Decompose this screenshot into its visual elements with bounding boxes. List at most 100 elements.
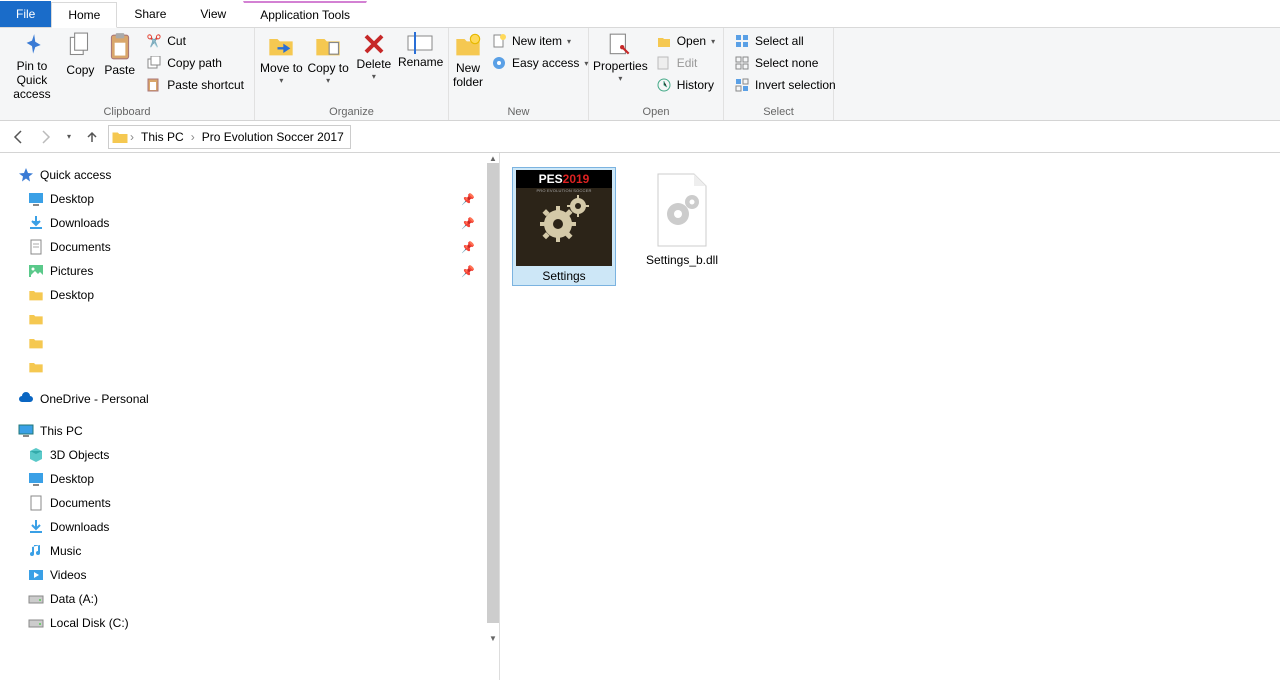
tab-application-tools[interactable]: Application Tools (243, 1, 367, 27)
sidebar-onedrive[interactable]: OneDrive - Personal (0, 387, 499, 411)
breadcrumb-this-pc[interactable]: This PC (135, 126, 190, 148)
drive-icon (28, 615, 44, 631)
cube-icon (28, 447, 44, 463)
paste-icon (107, 32, 133, 62)
cloud-icon (18, 391, 34, 407)
drive-icon (28, 591, 44, 607)
open-button[interactable]: Open ▾ (650, 30, 721, 52)
sidebar-music[interactable]: Music (0, 539, 499, 563)
select-all-button[interactable]: Select all (728, 30, 842, 52)
sidebar-drive-c[interactable]: Local Disk (C:) (0, 611, 499, 635)
settings-thumbnail: PES2019 PRO EVOLUTION SOCCER (516, 170, 612, 266)
rename-button[interactable]: Rename (397, 30, 444, 72)
history-button[interactable]: History (650, 74, 721, 96)
sidebar-pictures[interactable]: Pictures 📌 (0, 259, 499, 283)
paste-shortcut-icon (146, 77, 162, 93)
sidebar-3d-objects[interactable]: 3D Objects (0, 443, 499, 467)
properties-label: Properties (593, 60, 648, 74)
move-to-button[interactable]: Move to▾ (259, 30, 304, 87)
sidebar-folder-1[interactable] (0, 307, 499, 331)
recent-locations-button[interactable]: ▾ (62, 125, 76, 149)
properties-icon (607, 32, 633, 58)
file-settings[interactable]: PES2019 PRO EVOLUTION SOCCER (512, 167, 616, 286)
sidebar-item-label: Music (50, 544, 81, 558)
sidebar-pc-desktop[interactable]: Desktop (0, 467, 499, 491)
paste-shortcut-label: Paste shortcut (167, 78, 244, 92)
delete-x-icon (362, 32, 386, 56)
sidebar-item-label: 3D Objects (50, 448, 109, 462)
copy-button[interactable]: Copy (62, 30, 99, 80)
ribbon: Pin to Quick access Copy Paste ✂️ Cut Co… (0, 28, 1280, 121)
chevron-down-icon: ▾ (711, 37, 715, 46)
pin-icon: 📌 (461, 265, 475, 278)
delete-button[interactable]: Delete▾ (353, 30, 396, 83)
back-button[interactable] (6, 125, 30, 149)
sidebar-desktop-qa[interactable]: Desktop (0, 283, 499, 307)
tab-file[interactable]: File (0, 1, 51, 27)
file-pane[interactable]: PES2019 PRO EVOLUTION SOCCER (500, 153, 1280, 680)
paste-button[interactable]: Paste (101, 30, 138, 80)
sidebar-folder-3[interactable] (0, 355, 499, 379)
nav-bar: ▾ › This PC › Pro Evolution Soccer 2017 (0, 121, 1280, 153)
sidebar-drive-a[interactable]: Data (A:) (0, 587, 499, 611)
paste-shortcut-button[interactable]: Paste shortcut (140, 74, 250, 96)
chevron-down-icon: ▾ (326, 76, 330, 85)
new-item-button[interactable]: New item ▾ (485, 30, 594, 52)
pc-icon (18, 423, 34, 439)
new-item-label: New item (512, 34, 562, 48)
sidebar-pc-documents[interactable]: Documents (0, 491, 499, 515)
copy-to-button[interactable]: Copy to▾ (306, 30, 351, 87)
invert-selection-icon (734, 77, 750, 93)
navigation-pane: Quick access Desktop 📌 Downloads 📌 Docum… (0, 153, 500, 680)
organize-group-title: Organize (259, 103, 444, 120)
sidebar-downloads[interactable]: Downloads 📌 (0, 211, 499, 235)
folder-icon (28, 311, 44, 327)
easy-access-button[interactable]: Easy access ▾ (485, 52, 594, 74)
select-none-label: Select none (755, 56, 818, 70)
open-group-title: Open (593, 103, 719, 120)
up-button[interactable] (80, 125, 104, 149)
downloads-icon (28, 519, 44, 535)
sidebar-scrollbar[interactable]: ▲ ▼ (487, 153, 499, 643)
sidebar-item-label: Videos (50, 568, 86, 582)
sidebar-documents[interactable]: Documents 📌 (0, 235, 499, 259)
file-label: Settings (542, 269, 585, 283)
file-settings-dll[interactable]: Settings_b.dll (630, 167, 734, 270)
copy-path-button[interactable]: Copy path (140, 52, 250, 74)
new-folder-button[interactable]: New folder (453, 30, 483, 92)
rename-label: Rename (398, 56, 443, 70)
new-folder-label: New folder (453, 62, 483, 90)
sidebar-folder-2[interactable] (0, 331, 499, 355)
invert-selection-button[interactable]: Invert selection (728, 74, 842, 96)
sidebar-item-label: Documents (50, 240, 111, 254)
sidebar-this-pc[interactable]: This PC (0, 419, 499, 443)
tab-view[interactable]: View (183, 1, 243, 27)
scroll-thumb[interactable] (487, 163, 499, 623)
sidebar-desktop[interactable]: Desktop 📌 (0, 187, 499, 211)
sidebar-videos[interactable]: Videos (0, 563, 499, 587)
select-none-button[interactable]: Select none (728, 52, 842, 74)
edit-button[interactable]: Edit (650, 52, 721, 74)
ribbon-group-open: Properties▾ Open ▾ Edit History Open (589, 28, 724, 120)
chevron-down-icon: ▾ (584, 59, 588, 68)
forward-button[interactable] (34, 125, 58, 149)
paste-label: Paste (104, 64, 135, 78)
star-icon (18, 167, 34, 183)
pin-quick-access-button[interactable]: Pin to Quick access (4, 30, 60, 103)
sidebar-item-label: OneDrive - Personal (40, 392, 149, 406)
tab-share[interactable]: Share (117, 1, 183, 27)
sidebar-quick-access[interactable]: Quick access (0, 163, 499, 187)
sidebar-pc-downloads[interactable]: Downloads (0, 515, 499, 539)
chevron-down-icon: ▾ (372, 72, 376, 81)
sidebar-item-label: Desktop (50, 472, 94, 486)
copy-path-icon (146, 55, 162, 71)
music-icon (28, 543, 44, 559)
address-bar[interactable]: › This PC › Pro Evolution Soccer 2017 (108, 125, 351, 149)
properties-button[interactable]: Properties▾ (593, 30, 648, 85)
tab-home[interactable]: Home (51, 2, 117, 28)
documents-icon (28, 495, 44, 511)
breadcrumb-folder[interactable]: Pro Evolution Soccer 2017 (196, 126, 350, 148)
cut-button[interactable]: ✂️ Cut (140, 30, 250, 52)
sidebar-item-label: Documents (50, 496, 111, 510)
chevron-down-icon: ▾ (567, 37, 571, 46)
